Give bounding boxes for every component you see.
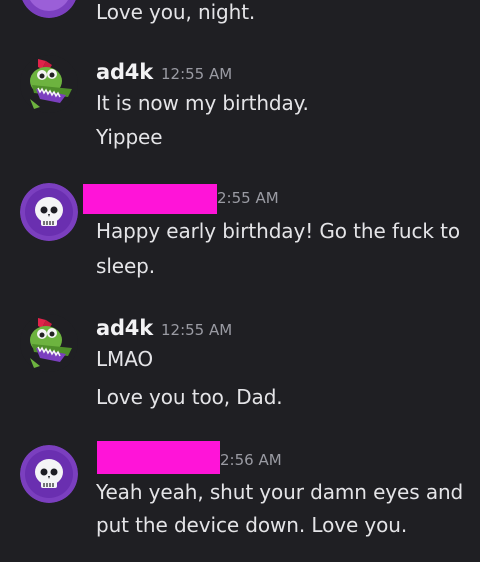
skull-icon — [20, 445, 78, 503]
message-header: ad4k 12:55 AM — [96, 316, 232, 342]
timestamp: 12:55 AM — [160, 321, 233, 339]
purple-skull-avatar[interactable] — [20, 445, 78, 503]
crocodile-icon — [20, 314, 78, 372]
green-crocodile-avatar[interactable] — [20, 55, 78, 113]
username[interactable]: ad4k — [96, 316, 153, 340]
skull-icon — [20, 183, 78, 241]
purple-skull-avatar[interactable] — [20, 183, 78, 241]
message-line: sleep. — [96, 254, 156, 278]
purple-skull-avatar[interactable] — [20, 0, 78, 18]
message-line: Happy early birthday! Go the fuck to — [96, 219, 460, 243]
timestamp: 2:55 AM — [217, 189, 279, 207]
redacted-username — [97, 441, 220, 474]
message-line: Yeah yeah, shut your damn eyes and — [96, 480, 464, 504]
message-line: put the device down. Love you. — [96, 513, 408, 537]
message-header: 2:56 AM — [220, 450, 282, 476]
message-line: Love you too, Dad. — [96, 385, 283, 409]
green-crocodile-avatar[interactable] — [20, 314, 78, 372]
message-header: 2:55 AM — [217, 188, 279, 214]
message-line: Yippee — [96, 125, 163, 149]
redacted-username — [83, 184, 217, 214]
timestamp: 12:55 AM — [160, 65, 233, 83]
message-line: LMAO — [96, 347, 154, 371]
timestamp: 2:56 AM — [220, 451, 282, 469]
message-header: ad4k 12:55 AM — [96, 60, 232, 86]
message-line: Love you, night. — [96, 0, 256, 24]
message-line: It is now my birthday. — [96, 91, 309, 115]
chat-message-list: Love you, night. ad4k 12:55 AM It is now… — [0, 0, 480, 562]
crocodile-icon — [20, 55, 78, 113]
username[interactable]: ad4k — [96, 60, 153, 84]
